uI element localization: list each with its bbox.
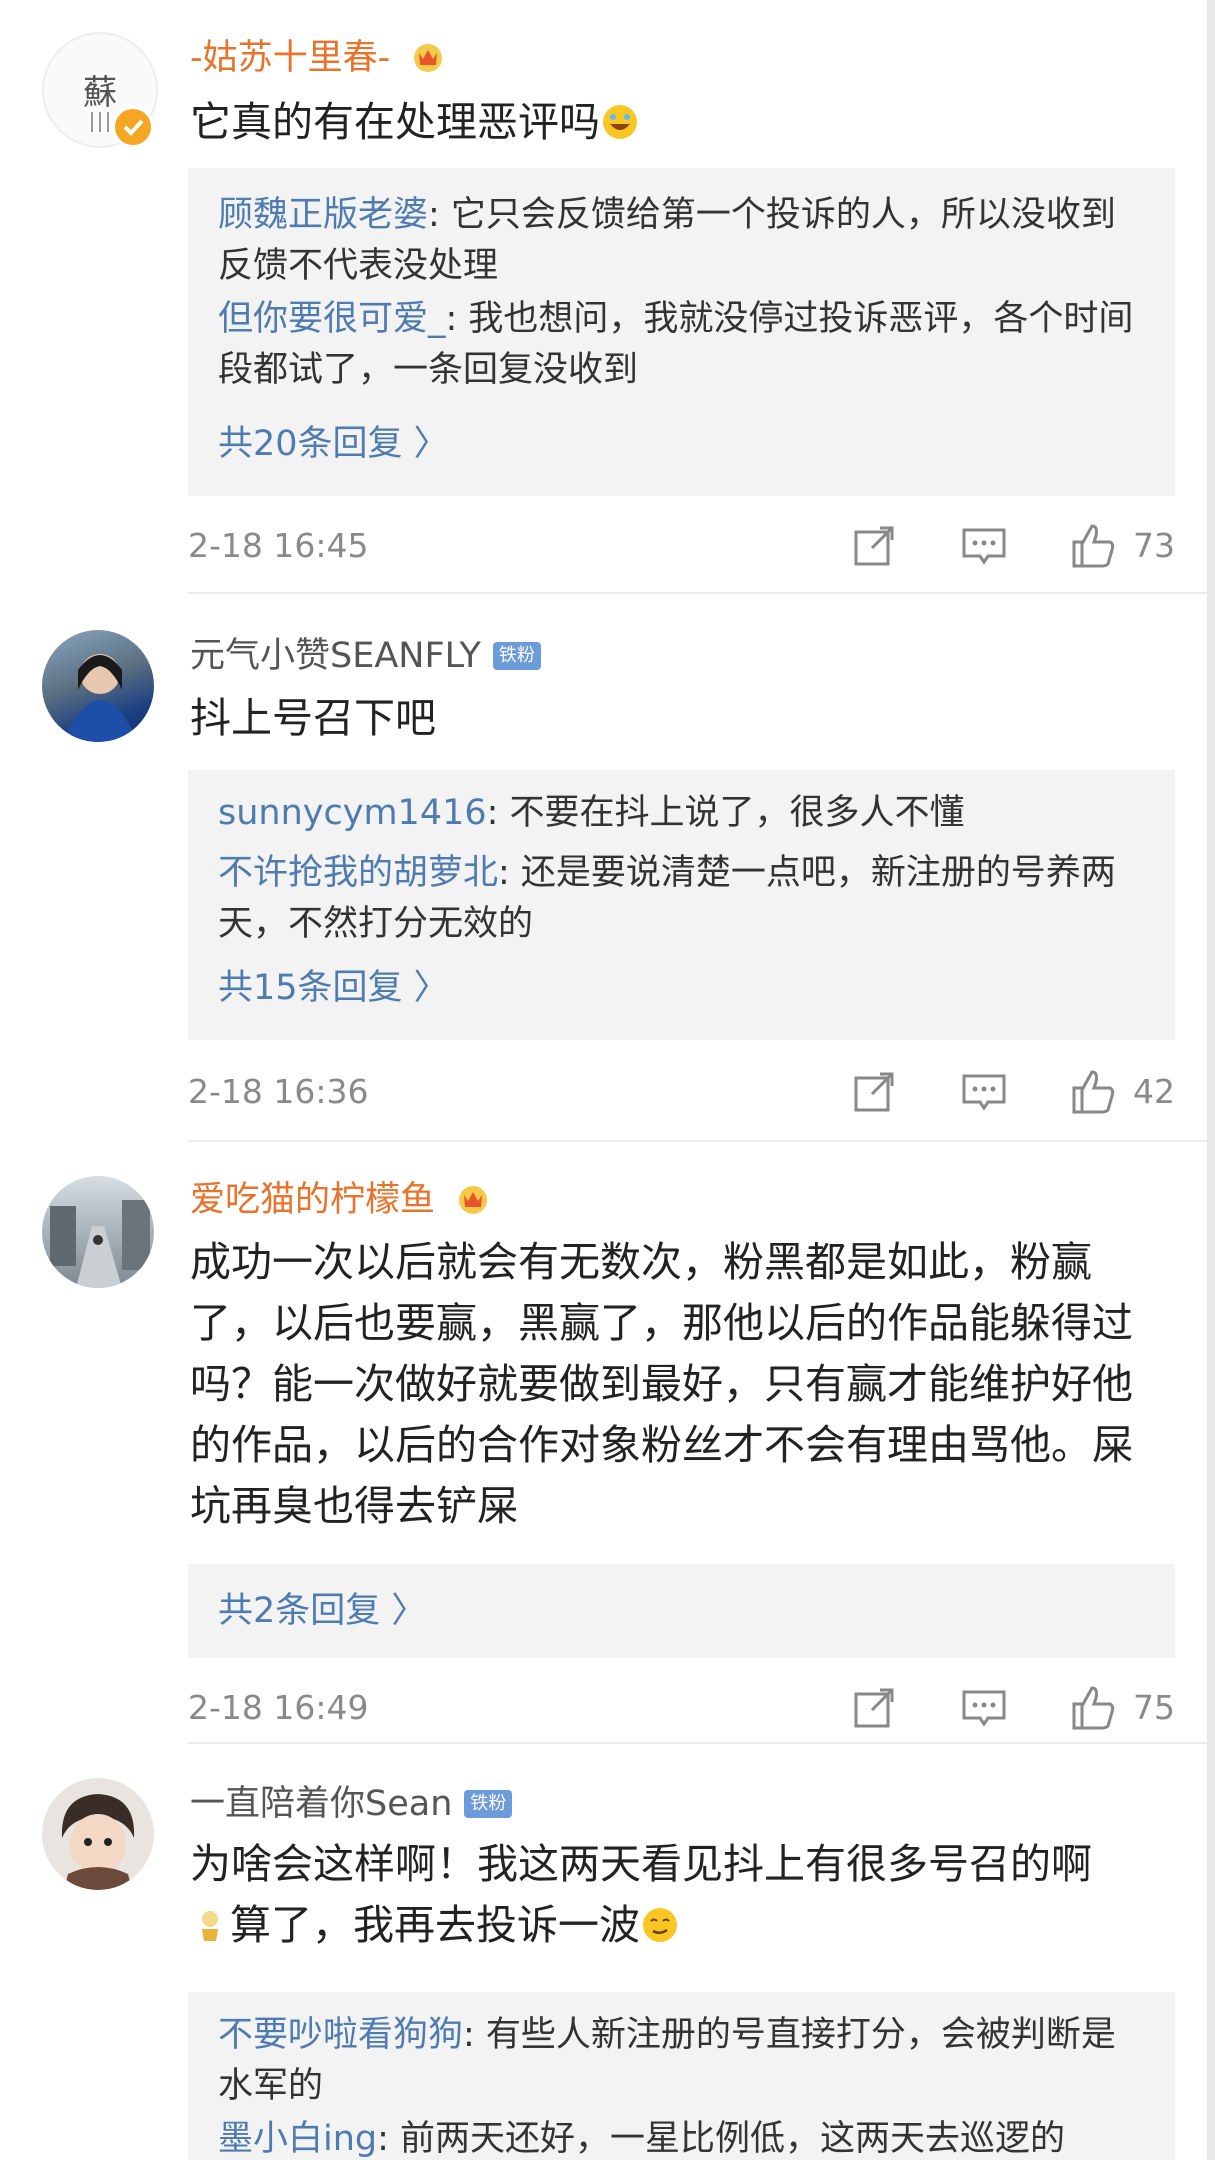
laugh-cry-emoji-icon — [603, 105, 637, 139]
reply-username[interactable]: 不许抢我的胡萝北 — [218, 853, 498, 893]
reply-preview-box[interactable]: sunnycym1416: 不要在抖上说了，很多人不懂 不许抢我的胡萝北: 还是… — [188, 770, 1175, 1040]
like-count: 73 — [1133, 526, 1175, 565]
view-more-replies-link[interactable]: 共2条回复 〉 — [218, 1589, 426, 1633]
timestamp: 2-18 16:36 — [188, 1072, 369, 1111]
reply-preview-box[interactable]: 不要吵啦看狗狗: 有些人新注册的号直接打分，会被判断是水军的 墨小白ing: 前… — [188, 1992, 1175, 2160]
comment-icon[interactable] — [960, 522, 1008, 570]
reply-username[interactable]: 顾魏正版老婆 — [218, 195, 428, 235]
reply-username[interactable]: 不要吵啦看狗狗 — [218, 2015, 463, 2055]
avatar[interactable] — [42, 1778, 154, 1890]
comment-text: 为啥会这样啊！我这两天看见抖上有很多号召的啊 算了，我再去投诉一波 — [190, 1834, 1170, 1956]
share-icon[interactable] — [850, 522, 898, 570]
username[interactable]: 一直陪着你Sean 铁粉 — [190, 1782, 513, 1826]
share-icon[interactable] — [850, 1684, 898, 1732]
comment-icon[interactable] — [960, 1684, 1008, 1732]
username[interactable]: 爱吃猫的柠檬鱼 — [190, 1178, 490, 1222]
comment-text-content: 算了，我再去投诉一波 — [230, 1901, 640, 1949]
comment-text-line: 算了，我再去投诉一波 — [190, 1895, 1170, 1956]
timestamp: 2-18 16:45 — [188, 526, 369, 565]
reply-item[interactable]: 不许抢我的胡萝北: 还是要说清楚一点吧，新注册的号养两天，不然打分无效的 — [218, 848, 1148, 950]
scroll-edge — [1207, 0, 1215, 2160]
verified-icon — [112, 106, 154, 148]
share-icon[interactable] — [850, 1068, 898, 1116]
username-text[interactable]: -姑苏十里春- — [190, 38, 390, 78]
reply-item[interactable]: 但你要很可爱_: 我也想问，我就没停过投诉恶评，各个时间段都试了，一条回复没收到 — [218, 294, 1148, 396]
like-icon[interactable] — [1070, 522, 1118, 570]
username[interactable]: 元气小赞SEANFLY 铁粉 — [190, 634, 541, 678]
reply-preview-box[interactable]: 顾魏正版老婆: 它只会反馈给第一个投诉的人，所以没收到反馈不代表没处理 但你要很… — [188, 168, 1175, 496]
reply-preview-box[interactable]: 共2条回复 〉 — [188, 1564, 1175, 1658]
username-text[interactable]: 一直陪着你Sean — [190, 1784, 452, 1824]
reply-item[interactable]: 顾魏正版老婆: 它只会反馈给第一个投诉的人，所以没收到反馈不代表没处理 — [218, 190, 1148, 292]
comment-icon[interactable] — [960, 1068, 1008, 1116]
divider — [188, 592, 1215, 594]
comment-text: 成功一次以后就会有无数次，粉黑都是如此，粉赢了，以后也要赢，黑赢了，那他以后的作… — [190, 1238, 1133, 1530]
fan-badge: 铁粉 — [492, 642, 541, 670]
reply-item[interactable]: 不要吵啦看狗狗: 有些人新注册的号直接打分，会被判断是水军的 — [218, 2010, 1148, 2112]
like-icon[interactable] — [1070, 1684, 1118, 1732]
view-more-replies-link[interactable]: 共20条回复 〉 — [218, 422, 449, 466]
reply-item[interactable]: sunnycym1416: 不要在抖上说了，很多人不懂 — [218, 788, 1148, 839]
fan-badge: 铁粉 — [464, 1790, 513, 1818]
svg-text:蘇: 蘇 — [83, 73, 117, 113]
smirk-emoji-icon — [643, 1908, 677, 1942]
comment-text: 它真的有在处理恶评吗 — [190, 92, 1170, 153]
crown-badge-icon — [459, 1186, 488, 1214]
comment-text-line: 为啥会这样啊！我这两天看见抖上有很多号召的啊 — [190, 1840, 1092, 1888]
timestamp: 2-18 16:49 — [188, 1688, 369, 1727]
reply-username[interactable]: 墨小白ing — [218, 2119, 377, 2159]
username[interactable]: -姑苏十里春- — [190, 36, 445, 80]
reply-item[interactable]: 墨小白ing: 前两天还好，一星比例低，这两天去巡逻的 — [218, 2114, 1148, 2165]
like-icon[interactable] — [1070, 1068, 1118, 1116]
comment-text-content: 它真的有在处理恶评吗 — [190, 98, 600, 146]
like-count: 75 — [1133, 1688, 1175, 1727]
crown-badge-icon — [414, 44, 443, 72]
reply-username[interactable]: 但你要很可爱_ — [218, 299, 446, 339]
avatar[interactable] — [42, 1176, 154, 1288]
reply-text: : 前两天还好，一星比例低，这两天去巡逻的 — [377, 2119, 1066, 2159]
username-text[interactable]: 爱吃猫的柠檬鱼 — [190, 1180, 435, 1220]
avatar[interactable] — [42, 630, 154, 742]
username-text[interactable]: 元气小赞SEANFLY — [190, 636, 481, 676]
divider — [188, 1742, 1215, 1744]
divider — [188, 1140, 1215, 1142]
comment-text: 抖上号召下吧 — [190, 694, 436, 742]
lantern-emoji-icon — [202, 1911, 218, 1941]
view-more-replies-link[interactable]: 共15条回复 〉 — [218, 966, 449, 1010]
reply-username[interactable]: sunnycym1416 — [218, 793, 487, 833]
reply-text: : 不要在抖上说了，很多人不懂 — [486, 793, 965, 833]
like-count: 42 — [1133, 1072, 1175, 1111]
